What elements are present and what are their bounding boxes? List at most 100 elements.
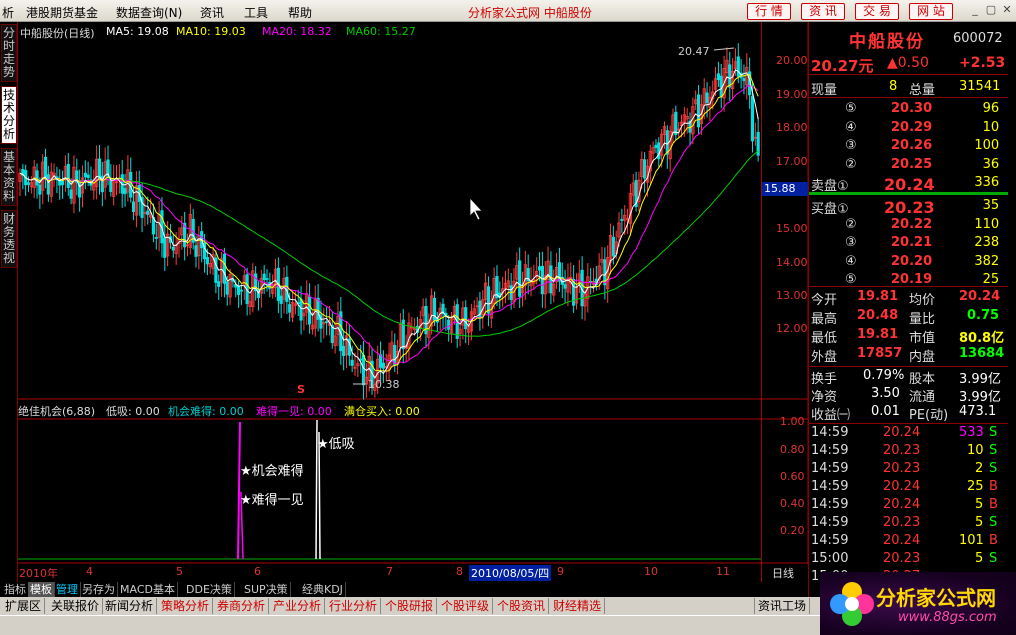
candle-body bbox=[46, 174, 50, 195]
tab-news-analysis[interactable]: 新闻分析 bbox=[102, 598, 158, 614]
current-price-tag: 15.88 bbox=[762, 182, 809, 196]
candle-body bbox=[205, 257, 209, 265]
xianliang-value: 8 bbox=[889, 79, 898, 94]
buy-row-price: 20.23 bbox=[884, 198, 935, 217]
tick-row-bs: B bbox=[989, 479, 998, 494]
xianliang-label: 现量 bbox=[811, 83, 838, 98]
fin-row-val1: 3.50 bbox=[871, 386, 900, 401]
tab-research[interactable]: 个股研报 bbox=[382, 598, 438, 614]
zongliang-label: 总量 bbox=[909, 83, 936, 98]
tick-row-bs: S bbox=[989, 443, 998, 458]
tab-finance[interactable]: 财务透视 bbox=[1, 210, 17, 268]
period-label[interactable]: 日线 bbox=[772, 565, 794, 581]
tab-sector[interactable]: 行业分析 bbox=[326, 598, 382, 614]
candle-body bbox=[60, 180, 65, 186]
candle-body bbox=[239, 289, 244, 292]
candle-body bbox=[69, 189, 73, 199]
indicator-tick: 0.80 bbox=[780, 443, 805, 456]
tab-intraday[interactable]: 分时走势 bbox=[1, 24, 17, 82]
candle-body bbox=[728, 64, 732, 88]
sell-row-label: ⑤ bbox=[845, 101, 857, 116]
candle-body bbox=[262, 273, 266, 281]
candle-body bbox=[325, 321, 329, 323]
menu-item-news[interactable]: 资讯 bbox=[200, 4, 224, 21]
quote-button[interactable]: 行 情 bbox=[747, 3, 791, 20]
candle-body bbox=[171, 246, 175, 251]
news-button[interactable]: 资 讯 bbox=[801, 3, 845, 20]
buy-row-label: ③ bbox=[845, 235, 857, 250]
trade-button[interactable]: 交 易 bbox=[855, 3, 899, 20]
tab-template[interactable]: 模板 bbox=[28, 582, 55, 597]
website-button[interactable]: 网 站 bbox=[909, 3, 953, 20]
tick-row-price: 20.23 bbox=[883, 443, 921, 458]
fin-row-val2: 3.99亿 bbox=[959, 390, 1001, 405]
tab-ext[interactable]: 扩展区 bbox=[2, 598, 46, 614]
date-tick-5: 5 bbox=[176, 565, 183, 578]
tab-dde[interactable]: DDE决策 bbox=[184, 582, 235, 597]
tick-row-time: 14:59 bbox=[811, 479, 849, 494]
flower-logo-icon bbox=[830, 582, 874, 626]
buy-row-label: ⑤ bbox=[845, 272, 857, 287]
minimize-icon[interactable]: _ bbox=[968, 3, 982, 17]
fin-row-val1: 0.79% bbox=[863, 368, 905, 383]
sell-row-price: 20.29 bbox=[891, 119, 933, 135]
fin-row-val1: 0.01 bbox=[871, 404, 900, 419]
buy-row-label: ② bbox=[845, 216, 857, 232]
tab-strategy[interactable]: 策略分析 bbox=[158, 598, 214, 614]
menu-item-data-query[interactable]: 数据查询(N) bbox=[116, 4, 182, 21]
buy-row-price: 20.19 bbox=[891, 272, 933, 287]
candle-body bbox=[611, 236, 615, 257]
chart-canvas[interactable] bbox=[18, 22, 808, 565]
menu-item-analysis[interactable]: 析 bbox=[2, 4, 14, 21]
tab-save-as[interactable]: 另存为 bbox=[80, 582, 118, 597]
tab-rating[interactable]: 个股评级 bbox=[438, 598, 494, 614]
tab-broker[interactable]: 券商分析 bbox=[214, 598, 270, 614]
candle-body bbox=[225, 281, 229, 295]
tick-row-vol: 5 bbox=[975, 551, 984, 566]
ma5-line bbox=[19, 69, 759, 380]
candle-body bbox=[665, 130, 669, 155]
close-icon[interactable]: ✕ bbox=[1000, 3, 1014, 17]
kline-chart[interactable]: 中船股份(日线) MA5: 19.08 MA10: 19.03 MA20: 18… bbox=[18, 22, 808, 581]
sell-row-price: 20.26 bbox=[891, 138, 933, 153]
tab-stock-news[interactable]: 个股资讯 bbox=[494, 598, 550, 614]
price-axis: 20.00 19.00 18.00 17.00 15.88 15.00 14.0… bbox=[761, 22, 809, 582]
candle-body bbox=[66, 163, 70, 188]
candle-body bbox=[696, 94, 701, 128]
candle-body bbox=[163, 237, 167, 258]
restore-icon[interactable]: ▢ bbox=[984, 3, 998, 17]
stat-row-val2: 20.24 bbox=[959, 289, 1001, 304]
date-tick-4: 4 bbox=[86, 565, 93, 578]
zixun-button[interactable]: 资讯工场 bbox=[754, 598, 811, 614]
bidask-divider bbox=[809, 192, 1008, 195]
date-highlight: 2010/08/05/四 bbox=[469, 565, 552, 581]
tab-sup[interactable]: SUP决策 bbox=[242, 582, 291, 597]
stat-row-label2: 内盘 bbox=[909, 350, 936, 365]
menu-item-hk-futures[interactable]: 港股期货基金 bbox=[26, 4, 98, 21]
stat-row-val1: 19.81 bbox=[857, 289, 899, 304]
tick-row-bs: S bbox=[989, 551, 998, 566]
tab-technical[interactable]: 技术分析 bbox=[1, 86, 17, 144]
tab-macd[interactable]: MACD基本 bbox=[118, 582, 178, 597]
fin-row-label2: PE(动) bbox=[909, 408, 949, 423]
fin-row-label2: 股本 bbox=[909, 372, 936, 387]
indicator-dixi: 低吸: 0.00 bbox=[106, 405, 160, 418]
menu-item-help[interactable]: 帮助 bbox=[288, 4, 312, 21]
tick-row-time: 14:59 bbox=[811, 515, 849, 530]
tick-row-time: 14:59 bbox=[811, 497, 849, 512]
tab-kdj[interactable]: 经典KDJ bbox=[300, 582, 346, 597]
candle-body bbox=[361, 354, 366, 386]
tab-indicator[interactable]: 指标 bbox=[2, 582, 29, 597]
site-logo: 分析家公式网 www.88gs.com bbox=[820, 572, 1016, 635]
price-tick: 15.00 bbox=[776, 222, 808, 235]
tab-finance-picks[interactable]: 财经精选 bbox=[550, 598, 606, 614]
date-axis-year: 2010年 bbox=[19, 567, 58, 580]
candle-body bbox=[279, 295, 283, 304]
tick-row-bs: S bbox=[989, 461, 998, 476]
candle-body bbox=[288, 304, 292, 313]
tab-related-quote[interactable]: 关联报价 bbox=[48, 598, 104, 614]
menu-item-tools[interactable]: 工具 bbox=[244, 4, 268, 21]
tab-fundamentals[interactable]: 基本资料 bbox=[1, 148, 17, 206]
tab-manage[interactable]: 管理 bbox=[54, 582, 81, 597]
tab-industry-chain[interactable]: 产业分析 bbox=[270, 598, 326, 614]
